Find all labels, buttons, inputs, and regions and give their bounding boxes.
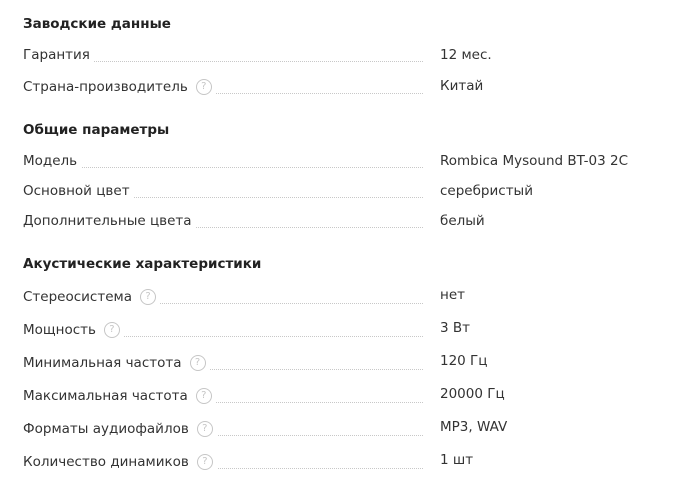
spec-row-max-freq: Максимальная частота? <box>23 385 423 405</box>
help-icon[interactable]: ? <box>195 79 212 95</box>
spec-label: Количество динамиков? <box>23 453 217 471</box>
spec-label: Страна-производитель? <box>23 78 216 96</box>
help-icon[interactable]: ? <box>189 355 206 371</box>
section-title-factory-data: Заводские данные <box>23 16 171 32</box>
spec-value-extra-colors: белый <box>440 213 485 229</box>
spec-label-text: Стереосистема <box>23 289 132 305</box>
spec-row-warranty: Гарантия <box>23 44 423 64</box>
spec-label: Максимальная частота? <box>23 387 216 405</box>
spec-row-power: Мощность? <box>23 319 423 339</box>
spec-label-text: Страна-производитель <box>23 79 188 95</box>
spec-row-speaker-count: Количество динамиков? <box>23 451 423 471</box>
spec-row-extra-colors: Дополнительные цвета <box>23 210 423 230</box>
spec-row-min-freq: Минимальная частота? <box>23 352 423 372</box>
spec-label-text: Максимальная частота <box>23 388 188 404</box>
help-icon[interactable]: ? <box>195 388 212 404</box>
spec-label-text: Гарантия <box>23 47 90 63</box>
spec-label-text: Количество динамиков <box>23 454 189 470</box>
spec-value-audio-formats: MP3, WAV <box>440 419 508 435</box>
spec-row-stereo: Стереосистема? <box>23 286 423 306</box>
spec-value-model: Rombica Mysound BT-03 2C <box>440 153 629 169</box>
section-title-acoustic: Акустические характеристики <box>23 256 262 272</box>
spec-row-main-color: Основной цвет <box>23 180 423 200</box>
spec-value-max-freq: 20000 Гц <box>440 386 505 402</box>
spec-label-text: Модель <box>23 153 78 169</box>
spec-label: Основной цвет <box>23 182 134 200</box>
spec-value-warranty: 12 мес. <box>440 47 492 63</box>
spec-label-text: Минимальная частота <box>23 355 182 371</box>
spec-label: Гарантия <box>23 46 94 64</box>
spec-value-stereo: нет <box>440 287 465 303</box>
help-icon[interactable]: ? <box>103 322 120 338</box>
spec-label-text: Мощность <box>23 322 96 338</box>
spec-label: Форматы аудиофайлов? <box>23 420 217 438</box>
spec-label: Мощность? <box>23 321 124 339</box>
spec-row-audio-formats: Форматы аудиофайлов? <box>23 418 423 438</box>
section-title-general-params: Общие параметры <box>23 122 170 138</box>
spec-value-country: Китай <box>440 78 484 94</box>
help-icon[interactable]: ? <box>139 289 156 305</box>
spec-value-power: 3 Вт <box>440 320 471 336</box>
spec-label: Минимальная частота? <box>23 354 210 372</box>
spec-row-country: Страна-производитель? <box>23 76 423 96</box>
help-icon[interactable]: ? <box>196 421 213 437</box>
dotted-leader <box>23 167 423 168</box>
spec-label: Дополнительные цвета <box>23 212 196 230</box>
spec-label: Модель <box>23 152 82 170</box>
spec-label-text: Основной цвет <box>23 183 130 199</box>
spec-label-text: Дополнительные цвета <box>23 213 192 229</box>
spec-value-speaker-count: 1 шт <box>440 452 474 468</box>
help-icon[interactable]: ? <box>196 454 213 470</box>
spec-value-main-color: серебристый <box>440 183 533 199</box>
spec-value-min-freq: 120 Гц <box>440 353 488 369</box>
spec-label-text: Форматы аудиофайлов <box>23 421 189 437</box>
spec-label: Стереосистема? <box>23 288 160 306</box>
spec-row-model: Модель <box>23 150 423 170</box>
